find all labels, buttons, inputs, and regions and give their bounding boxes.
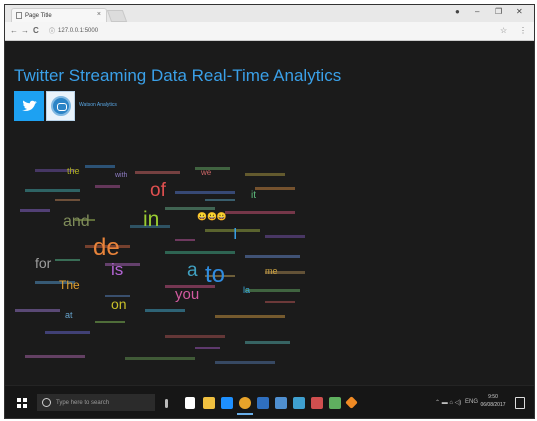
reload-icon[interactable]: C [33, 26, 39, 35]
tab-close-icon[interactable]: × [97, 11, 101, 18]
cloud-word: it [251, 190, 256, 201]
bookmark-star-icon[interactable]: ☆ [500, 26, 507, 35]
page-title: Twitter Streaming Data Real-Time Analyti… [14, 66, 342, 85]
cloud-word: with [115, 172, 128, 179]
system-clock[interactable]: 9:50 06/08/2017 [479, 394, 507, 409]
back-icon[interactable]: ← [10, 26, 18, 35]
close-icon[interactable]: ✕ [516, 7, 523, 16]
browser-address-bar: ← → C ⓘ 127.0.0.1:5000 ☆ ⋮ [5, 22, 534, 41]
clock-time: 9:50 [488, 394, 498, 400]
search-placeholder: Type here to search [56, 399, 110, 406]
cloud-word: and [63, 213, 90, 230]
url-text: 127.0.0.1:5000 [58, 27, 99, 34]
edge-icon[interactable] [221, 397, 233, 409]
microphone-icon[interactable] [165, 399, 168, 408]
watson-analytics-logo[interactable] [46, 91, 75, 121]
notifications-icon[interactable] [515, 397, 525, 409]
web-page: Twitter Streaming Data Real-Time Analyti… [5, 41, 534, 385]
clock-date: 06/08/2017 [480, 401, 506, 408]
cloud-word: on [111, 296, 127, 312]
app-icon[interactable] [275, 397, 287, 409]
twitter-bird-icon [22, 100, 37, 111]
file-explorer-icon[interactable] [203, 397, 215, 409]
input-language[interactable]: ENG [465, 399, 478, 405]
cortana-icon [42, 398, 51, 407]
windows-start-icon[interactable] [17, 398, 27, 408]
app-icon[interactable] [345, 396, 358, 409]
browser-tab[interactable]: Page Title × [11, 8, 107, 22]
app-icon[interactable] [329, 397, 341, 409]
cloud-word: at [65, 310, 73, 320]
browser-menu-icon[interactable]: ⋮ [519, 26, 527, 35]
maximize-icon[interactable]: ❐ [495, 7, 502, 16]
cloud-word: The [59, 278, 80, 292]
cloud-word: is [111, 260, 124, 279]
chrome-icon[interactable] [237, 397, 253, 415]
cloud-word: me [265, 266, 278, 276]
cloud-word: I [233, 226, 238, 243]
cloud-word: a [187, 260, 198, 281]
page-icon [16, 12, 22, 19]
cloud-word: de [93, 234, 120, 261]
app-icon[interactable] [257, 397, 269, 409]
new-tab-button[interactable] [106, 10, 128, 22]
cloud-word: of [150, 180, 166, 201]
cloud-word: we [201, 168, 212, 177]
app-icon[interactable] [293, 397, 305, 409]
watson-analytics-link[interactable]: Watson Analytics [79, 102, 117, 108]
tab-title: Page Title [25, 12, 52, 19]
screen: Page Title × ● – ❐ ✕ ← → C ⓘ 127.0.0.1:5… [4, 4, 535, 419]
cloud-word: you [175, 286, 200, 303]
taskbar: Type here to search ⌃ ▬ ⌂ ◁) ENG 9:50 06… [5, 385, 534, 418]
cloud-word: the [67, 166, 80, 176]
info-icon: ⓘ [49, 29, 56, 35]
watson-icon [51, 96, 71, 116]
taskbar-search-box[interactable]: Type here to search [37, 394, 155, 411]
minimize-icon[interactable]: – [475, 7, 479, 16]
cloud-word: to [205, 261, 226, 288]
task-view-icon[interactable] [185, 397, 195, 409]
cloud-word: in [143, 208, 160, 231]
url-field[interactable]: ⓘ 127.0.0.1:5000 [49, 25, 469, 36]
emoji-cluster: 😀😀😀 [197, 212, 227, 221]
twitter-logo[interactable] [14, 91, 44, 121]
tray-icons[interactable]: ⌃ ▬ ⌂ ◁) [435, 399, 461, 406]
forward-icon[interactable]: → [21, 26, 29, 35]
app-icon[interactable] [311, 397, 323, 409]
profile-icon[interactable]: ● [455, 7, 460, 16]
cloud-word: for [35, 255, 52, 271]
cloud-word: la [243, 285, 251, 295]
browser-tab-bar: Page Title × ● – ❐ ✕ [5, 5, 534, 23]
